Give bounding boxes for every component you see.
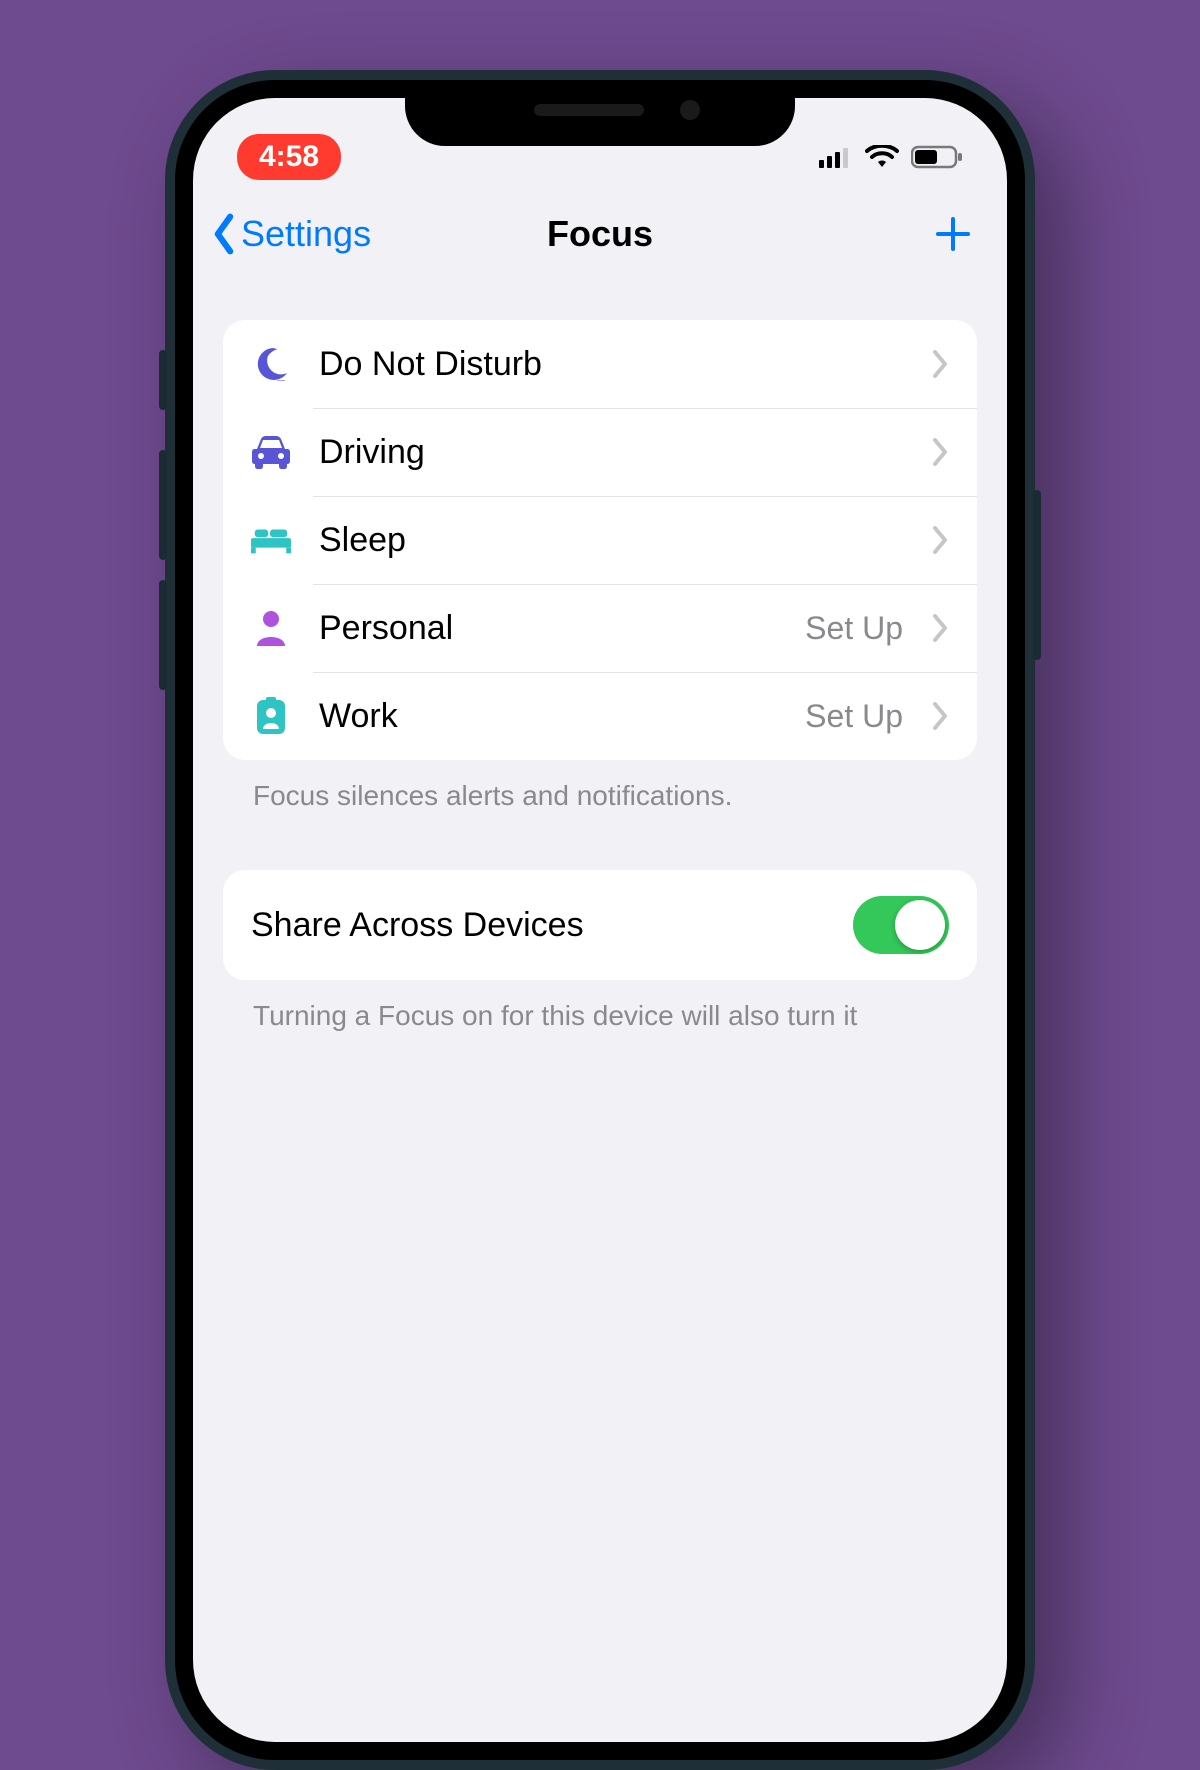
badge-icon [251, 696, 291, 736]
notch [405, 80, 795, 146]
share-section: Share Across Devices Turning a Focus on … [223, 870, 977, 1032]
add-focus-button[interactable] [931, 212, 975, 256]
page-title: Focus [547, 213, 653, 255]
volume-down-button [159, 580, 167, 690]
status-time-recording-pill[interactable]: 4:58 [237, 134, 341, 180]
focus-row-detail: Set Up [805, 698, 903, 735]
focus-row-label: Personal [319, 609, 777, 648]
wifi-icon [865, 145, 899, 169]
nav-bar: Settings Focus [193, 188, 1007, 280]
focus-row-personal[interactable]: Personal Set Up [223, 584, 977, 672]
back-label: Settings [241, 213, 371, 255]
power-button [1033, 490, 1041, 660]
share-toggle[interactable] [853, 896, 949, 954]
plus-icon [935, 216, 971, 252]
focus-row-label: Driving [319, 433, 875, 472]
share-footer-text: Turning a Focus on for this device will … [223, 980, 977, 1032]
focus-row-do-not-disturb[interactable]: Do Not Disturb [223, 320, 977, 408]
focus-row-work[interactable]: Work Set Up [223, 672, 977, 760]
focus-row-sleep[interactable]: Sleep [223, 496, 977, 584]
bed-icon [251, 520, 291, 560]
focus-row-driving[interactable]: Driving [223, 408, 977, 496]
chevron-left-icon [209, 213, 239, 255]
phone-bezel: 4:58 [175, 80, 1025, 1760]
person-icon [251, 608, 291, 648]
focus-row-label: Work [319, 697, 777, 736]
share-label: Share Across Devices [251, 906, 584, 945]
car-icon [251, 432, 291, 472]
chevron-right-icon [931, 525, 949, 555]
moon-icon [251, 344, 291, 384]
battery-icon [911, 145, 963, 169]
silent-switch [159, 350, 167, 410]
volume-up-button [159, 450, 167, 560]
back-button[interactable]: Settings [209, 213, 371, 255]
focus-footer-text: Focus silences alerts and notifications. [223, 760, 977, 812]
cellular-icon [819, 146, 853, 168]
phone-frame: 4:58 [165, 70, 1035, 1770]
chevron-right-icon [931, 613, 949, 643]
content: Do Not Disturb [193, 280, 1007, 1032]
chevron-right-icon [931, 349, 949, 379]
chevron-right-icon [931, 437, 949, 467]
share-across-devices-row: Share Across Devices [223, 870, 977, 980]
focus-row-label: Do Not Disturb [319, 345, 875, 384]
focus-modes-list: Do Not Disturb [223, 320, 977, 760]
status-right [819, 145, 963, 169]
chevron-right-icon [931, 701, 949, 731]
screen: 4:58 [193, 98, 1007, 1742]
focus-row-label: Sleep [319, 521, 875, 560]
focus-row-detail: Set Up [805, 610, 903, 647]
